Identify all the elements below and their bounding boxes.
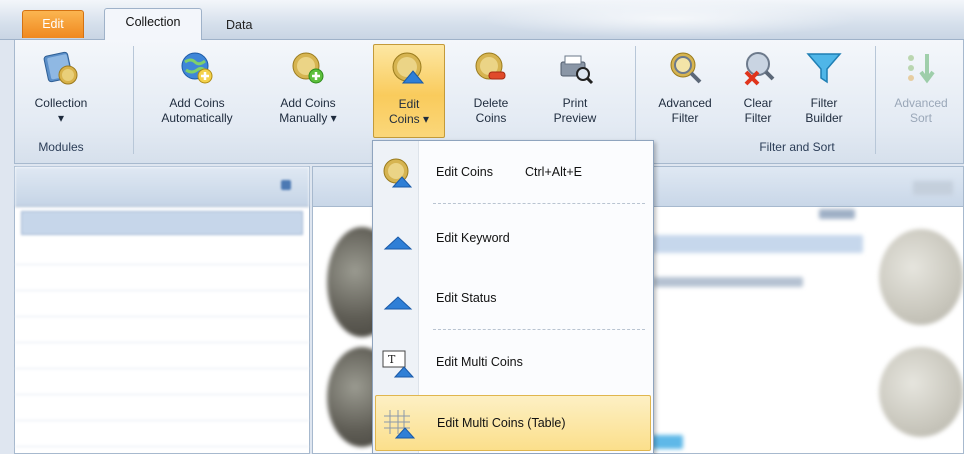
print-preview-label-1: Print [562,96,588,110]
advanced-filter-label-1: Advanced [658,96,712,110]
filter-row[interactable]: ​ [15,369,309,395]
add-manual-label-1: Add Coins [280,96,336,110]
filter-builder-label-2: Builder [805,111,843,125]
edit-coins-label-2: Coins ▾ [388,112,430,126]
ribbon-tab-bar: Edit Collection Data [0,0,964,41]
collection-caret: ▾ [57,111,65,125]
grid-header [643,235,863,253]
group-separator [133,46,134,154]
quick-filter-subheader: ​ [21,211,303,235]
add-auto-label-2: Automatically [161,111,233,125]
filter-row[interactable]: ​ [15,395,309,421]
add-auto-label-1: Add Coins [169,96,225,110]
records-label [819,209,855,219]
filter-row[interactable]: ​ [15,343,309,369]
pin-icon[interactable] [281,180,291,190]
advanced-filter-label-2: Filter [671,111,699,125]
advanced-sort-label-2: Sort [909,111,932,125]
advanced-filter-button[interactable]: Advanced Filter [647,44,723,138]
collection-module-icon [43,51,78,85]
edit-status-icon [383,296,413,310]
clear-filter-button[interactable]: Clear Filter [733,44,783,138]
menu-separator [433,203,645,204]
menu-item-label: Edit Multi Coins (Table) [437,416,566,430]
clear-filter-label-2: Filter [744,111,772,125]
edit-coins-button[interactable]: Edit Coins ▾ [373,44,445,138]
tab-data[interactable]: Data [212,12,262,40]
filter-row[interactable]: ​ [15,239,309,265]
menu-item-label: Edit Multi Coins [436,355,523,369]
menu-item-label: Edit Coins [436,165,493,179]
filter-row[interactable]: ​ [15,265,309,291]
coin-add-icon [292,52,324,84]
edit-coins-dropdown: Edit Coins Ctrl+Alt+E Edit Keyword Edit … [372,140,654,454]
print-preview-button[interactable]: Print Preview [543,44,607,138]
advanced-sort-label-1: Advanced [894,96,948,110]
menu-item-label: Edit Keyword [436,231,510,245]
tab-collection[interactable]: Collection [104,8,202,41]
coin-thumbnail[interactable] [879,347,963,437]
advanced-sort-button[interactable]: Advanced Sort [883,44,959,138]
filter-builder-button[interactable]: Filter Builder [793,44,855,138]
funnel-icon [806,53,842,84]
add-manual-label-2: Manually ▾ [279,111,337,125]
edit-multi-coins-table-icon [384,410,416,439]
clear-filter-label-1: Clear [743,96,773,110]
print-preview-icon [560,55,594,85]
magnifier-coin-icon [670,52,702,84]
clear-filter-icon [744,52,775,86]
filter-row[interactable]: ​ [15,317,309,343]
collection-label: Collection [34,96,88,110]
menu-separator [433,329,645,330]
delete-coins-label-1: Delete [473,96,509,110]
menu-item-label: Edit Status [436,291,497,305]
filter-row[interactable]: ​ [15,291,309,317]
delete-coins-button[interactable]: Delete Coins [459,44,523,138]
menu-item-edit-multi-coins-table[interactable]: Edit Multi Coins (Table) [375,395,651,451]
coin-thumbnail[interactable] [879,229,963,325]
edit-coins-label-1: Edit [398,97,420,111]
filter-builder-label-1: Filter [810,96,838,110]
quick-filter-header: ​ [15,167,309,207]
edit-multi-coins-icon: T [382,350,415,378]
group-separator [875,46,876,154]
menu-item-edit-coins[interactable]: Edit Coins Ctrl+Alt+E [375,145,651,201]
group-label-modules: Modules [38,140,84,154]
coin-delete-icon [475,52,506,80]
group-label-filter-sort: Filter and Sort [759,140,835,154]
menu-item-edit-multi-coins[interactable]: T Edit Multi Coins [375,335,651,391]
quick-filter-panel: ​ ​ ​ ​ ​ ​ ​ ​ ​ ​ [14,166,310,454]
tab-bar-glow [480,0,860,38]
menu-item-edit-keyword[interactable]: Edit Keyword [375,211,651,267]
group-separator [635,46,636,154]
collection-button[interactable]: Collection ▾ [25,44,97,138]
add-coins-manually-button[interactable]: Add Coins Manually ▾ [265,44,351,138]
filter-row[interactable]: ​ [15,421,309,447]
delete-coins-label-2: Coins [475,111,507,125]
add-coins-automatically-button[interactable]: Add Coins Automatically [149,44,245,138]
globe-add-icon [181,52,213,84]
print-preview-label-2: Preview [553,111,597,125]
svg-text:T: T [388,353,396,366]
edit-keyword-icon [383,236,413,250]
edit-coins-icon [383,158,413,188]
coin-description [653,277,803,287]
sort-icon [908,54,935,84]
view-tab [913,181,953,195]
coin-edit-icon [392,52,425,84]
menu-item-edit-status[interactable]: Edit Status [375,271,651,327]
tab-edit[interactable]: Edit [22,10,84,38]
menu-item-shortcut: Ctrl+Alt+E [525,165,582,179]
